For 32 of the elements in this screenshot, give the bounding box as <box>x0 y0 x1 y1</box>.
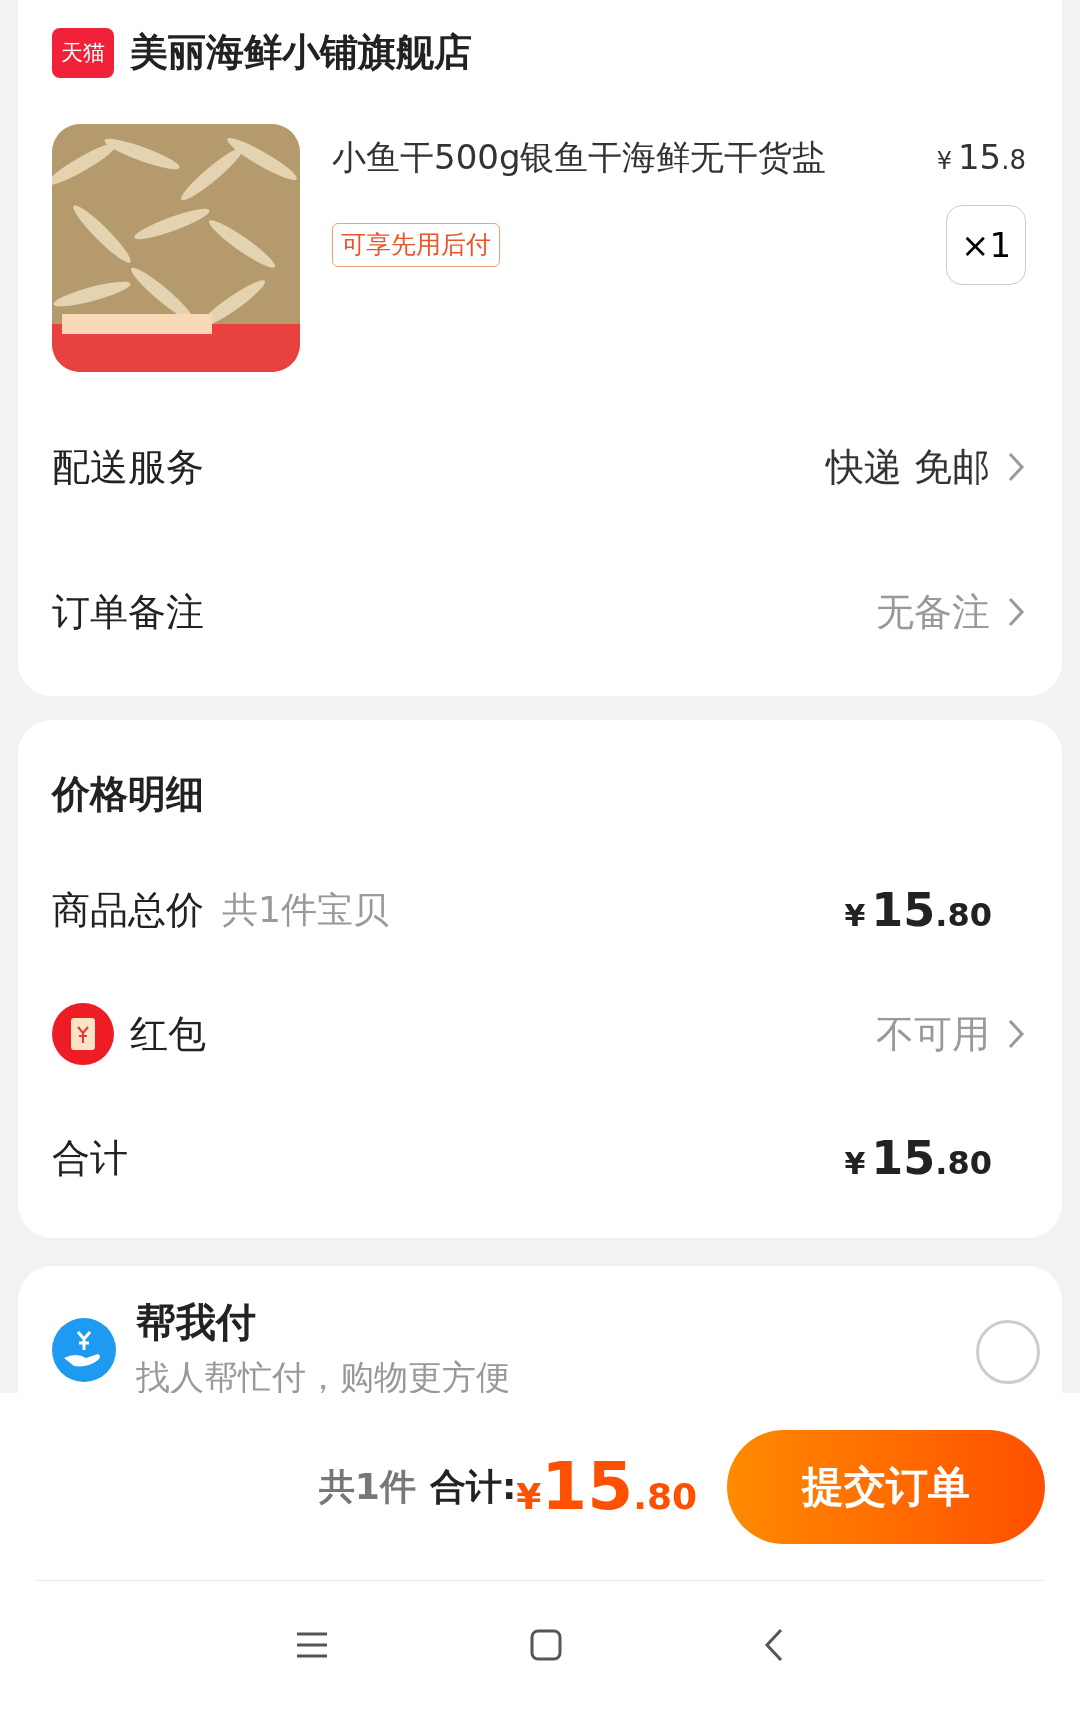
row-value[interactable]: 无备注 <box>876 583 990 641</box>
option-subtitle: 找人帮忙付，购物更方便 <box>136 1356 511 1399</box>
chevron-right-icon <box>1006 596 1026 628</box>
row-label: 商品总价 <box>52 886 204 934</box>
amount: ¥15.80 <box>844 881 992 939</box>
submit-order-button[interactable]: 提交订单 <box>727 1429 1045 1544</box>
quantity-button[interactable]: ×1 <box>946 205 1026 285</box>
hand-coin-icon <box>52 1318 116 1382</box>
row-label: 红包 <box>130 1010 206 1058</box>
chevron-right-icon <box>1006 1018 1026 1050</box>
row-value[interactable]: 快递 免邮 <box>825 438 990 496</box>
item-count: 共1件 <box>318 1464 416 1509</box>
product-price: ¥ 15.8 <box>936 136 1026 179</box>
home-icon[interactable] <box>529 1628 563 1662</box>
item-count: 共1件宝贝 <box>222 888 389 932</box>
envelope-icon <box>52 1003 114 1065</box>
section-title: 价格明细 <box>52 771 205 818</box>
chevron-right-icon <box>1006 451 1026 483</box>
product-title: 小鱼干500g银鱼干海鲜无干货盐 <box>332 136 827 179</box>
amount: ¥15.80 <box>844 1129 992 1187</box>
total-label: 合计: <box>429 1464 517 1509</box>
menu-icon[interactable] <box>295 1631 329 1659</box>
pay-later-tag: 可享先用后付 <box>332 223 500 267</box>
row-label: 配送服务 <box>52 443 204 491</box>
back-icon[interactable] <box>763 1627 785 1663</box>
store-logo: 天猫 <box>52 27 114 78</box>
row-value[interactable]: 不可用 <box>876 1005 990 1063</box>
option-title: 帮我付 <box>136 1298 257 1347</box>
store-name: 美丽海鲜小铺旗舰店 <box>130 29 472 76</box>
total-price: ¥15.80 <box>516 1447 697 1527</box>
row-label: 订单备注 <box>52 588 204 636</box>
row-label: 合计 <box>52 1134 128 1182</box>
